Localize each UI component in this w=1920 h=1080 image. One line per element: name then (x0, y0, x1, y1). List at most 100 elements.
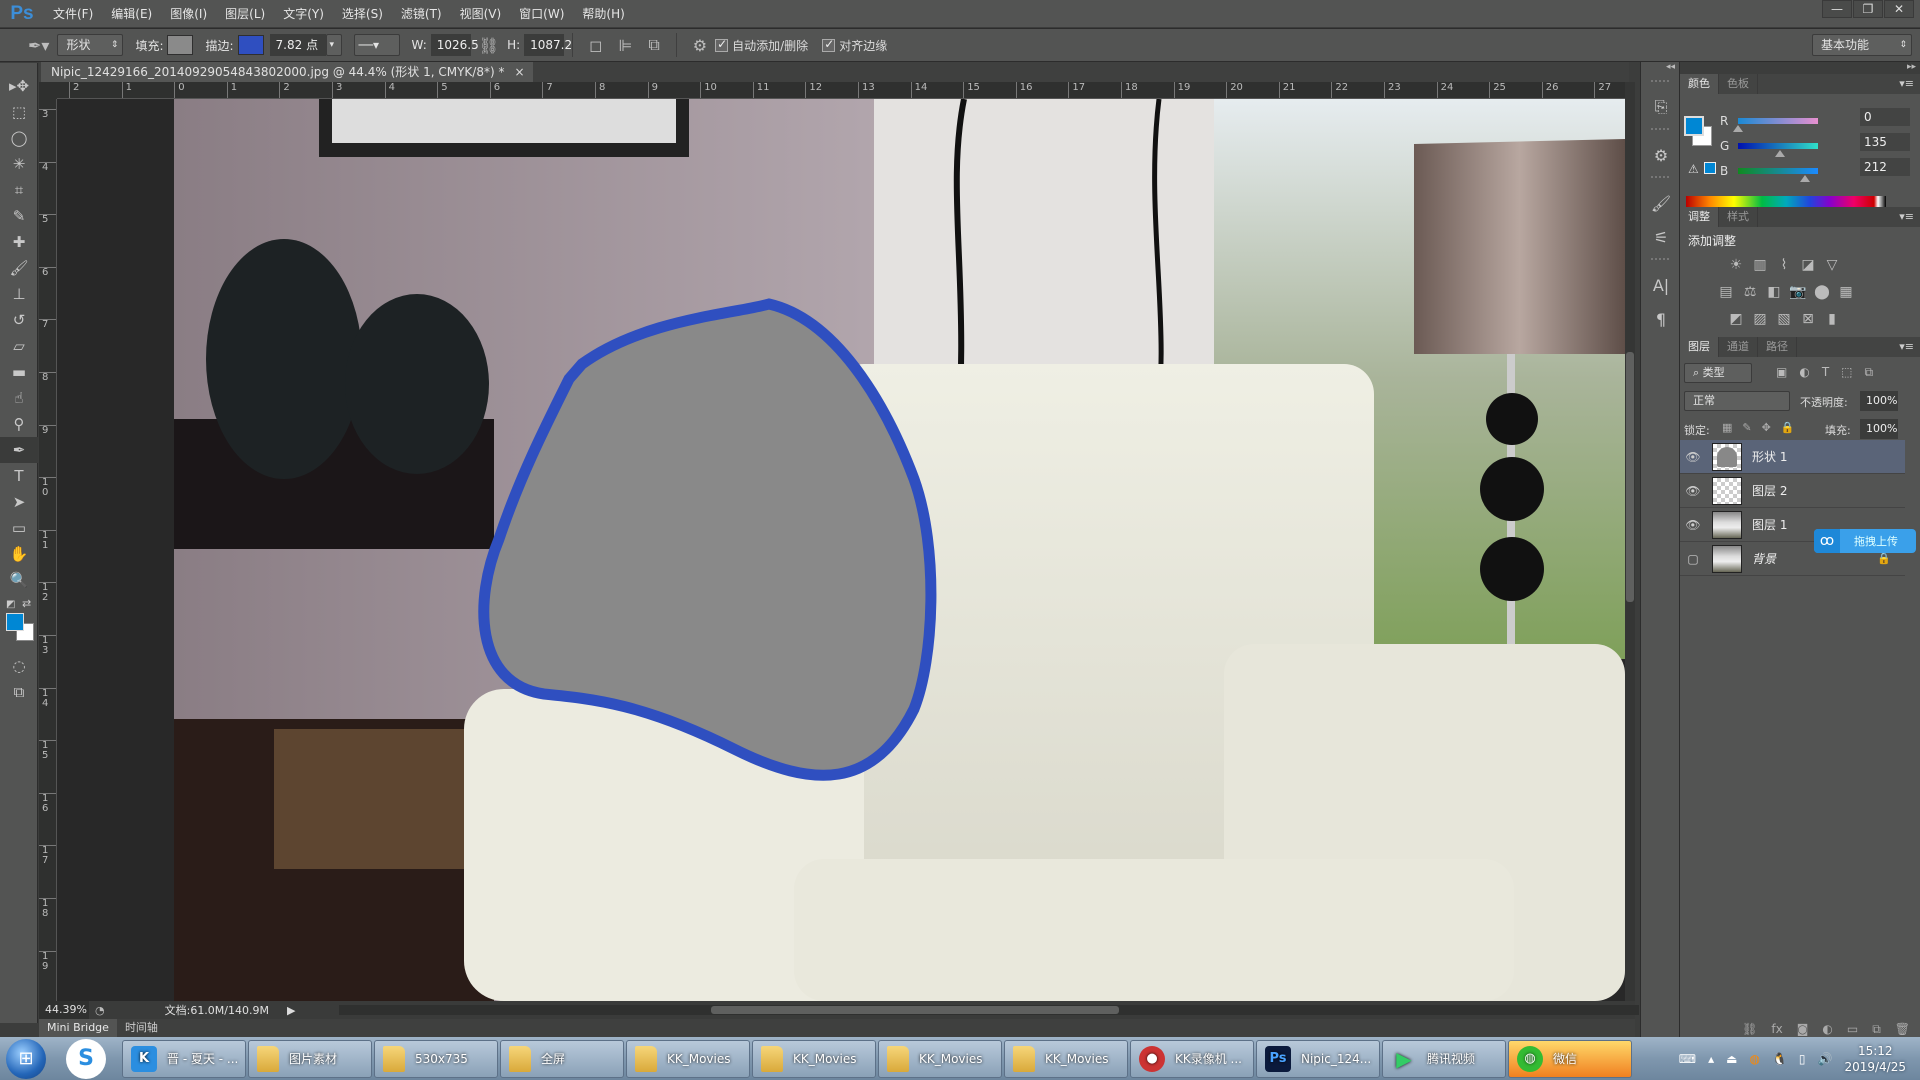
panel-grip[interactable] (1651, 176, 1669, 182)
taskbar-item[interactable]: 全屏 (500, 1039, 624, 1078)
adjustment-icon[interactable]: 📷 (1786, 284, 1810, 302)
tab-color[interactable]: 颜色 (1680, 74, 1719, 94)
green-slider-thumb[interactable] (1775, 150, 1786, 157)
stroke-type-select[interactable]: ──▾ (353, 34, 400, 56)
history-panel-icon[interactable]: ⎘ (1641, 90, 1681, 124)
panel-menu-icon[interactable]: ▾≡ (1899, 210, 1914, 223)
path-arrangement-icon[interactable]: ⧉ (648, 35, 659, 55)
adjustment-icon[interactable]: ⚖ (1738, 284, 1762, 302)
path-selection-tool-icon[interactable]: ➤ (0, 489, 38, 515)
vertical-scroll-thumb[interactable] (1626, 352, 1634, 602)
gear-icon[interactable]: ⚙ (693, 36, 707, 55)
brush-presets-icon[interactable]: 🖌 (1641, 186, 1681, 220)
dodge-tool-icon[interactable]: ⚲ (0, 411, 38, 437)
close-button[interactable]: ✕ (1884, 0, 1914, 18)
rectangle-tool-icon[interactable]: ▭ (0, 515, 38, 541)
stroke-swatch[interactable] (237, 35, 264, 55)
clone-stamp-tool-icon[interactable]: ⊥ (0, 281, 38, 307)
tab-paths[interactable]: 路径 (1758, 337, 1797, 357)
menu-file[interactable]: 文件(F) (44, 5, 102, 22)
stroke-width-field[interactable]: 7.82 点 (269, 34, 326, 56)
menu-filter[interactable]: 滤镜(T) (392, 5, 451, 22)
layer-row[interactable]: 👁 形状 1 (1680, 440, 1905, 474)
zoom-level[interactable]: 44.39% (39, 1001, 89, 1019)
path-alignment-icon[interactable]: ⊫ (618, 36, 632, 55)
filter-smart-object-icon[interactable]: ⧉ (1865, 365, 1874, 380)
red-slider[interactable] (1733, 118, 1818, 132)
horizontal-scrollbar[interactable] (339, 1005, 1639, 1015)
close-tab-icon[interactable]: × (514, 62, 524, 82)
eye-icon[interactable]: 👁 (1680, 450, 1706, 464)
lock-transparent-icon[interactable]: ▦ (1722, 421, 1732, 434)
panel-grip[interactable] (1651, 128, 1669, 134)
taskbar-item[interactable]: ▶ 腾讯视频 (1382, 1039, 1506, 1078)
filter-shape-icon[interactable]: ⬚ (1841, 365, 1852, 380)
taskbar-item[interactable]: ● KK录像机 ... (1130, 1039, 1254, 1078)
vertical-scrollbar[interactable] (1625, 82, 1635, 1001)
gamut-color-swatch[interactable] (1704, 162, 1716, 174)
adjustment-icon[interactable]: ▤ (1714, 284, 1738, 302)
taskbar-item[interactable]: 图片素材 (248, 1039, 372, 1078)
adjustment-icon[interactable]: ▮ (1820, 311, 1844, 329)
menu-edit[interactable]: 编辑(E) (102, 5, 161, 22)
adjustment-icon[interactable]: ◪ (1796, 257, 1820, 275)
align-edges-checkbox[interactable] (822, 37, 836, 52)
minimize-button[interactable]: — (1822, 0, 1852, 18)
default-colors-icon[interactable]: ◩ (6, 599, 15, 610)
adjustment-icon[interactable]: ⬤ (1810, 284, 1834, 302)
adjustment-icon[interactable]: ▦ (1834, 284, 1858, 302)
blend-mode-select[interactable]: 正常 (1684, 391, 1790, 411)
menu-select[interactable]: 选择(S) (333, 5, 392, 22)
red-slider-thumb[interactable] (1733, 125, 1743, 132)
panel-menu-icon[interactable]: ▾≡ (1899, 340, 1914, 353)
hand-tool-icon[interactable]: ✋ (0, 541, 38, 567)
fill-swatch[interactable] (167, 35, 194, 55)
document-tab[interactable]: Nipic_12429166_20140929054843802000.jpg … (41, 62, 533, 82)
stroke-width-dropdown[interactable]: ▾ (325, 34, 342, 56)
foreground-color-swatch[interactable] (6, 613, 24, 631)
adjustment-icon[interactable]: ⊠ (1796, 311, 1820, 329)
horizontal-ruler[interactable]: 2 1 0 1 2 3 4 5 6 7 8 9 10 11 12 13 14 15 16 17 18 19 20 21 22 23… (57, 82, 1625, 99)
type-tool-icon[interactable]: T (0, 463, 38, 489)
sogou-icon[interactable]: S (66, 1038, 106, 1079)
auto-add-delete-checkbox[interactable] (715, 37, 729, 52)
blue-value-field[interactable]: 212 (1860, 158, 1910, 176)
brush-panel-icon[interactable]: ⚟ (1641, 220, 1681, 254)
filter-adjustment-icon[interactable]: ◐ (1799, 365, 1809, 380)
eye-icon[interactable]: 👁 (1680, 484, 1706, 498)
history-brush-tool-icon[interactable]: ↺ (0, 307, 38, 333)
start-button[interactable]: ⊞ (6, 1038, 46, 1079)
tab-channels[interactable]: 通道 (1719, 337, 1758, 357)
tool-mode-select[interactable]: 形状 ⇕ (57, 34, 124, 56)
menu-image[interactable]: 图像(I) (161, 5, 216, 22)
blue-slider-thumb[interactable] (1799, 175, 1810, 182)
adjustment-icon[interactable]: ▨ (1748, 311, 1772, 329)
lock-position-icon[interactable]: ✥ (1762, 421, 1771, 434)
taskbar-item[interactable]: ◍ 微信 (1508, 1039, 1632, 1078)
canvas-area[interactable] (57, 99, 1625, 1001)
quick-mask-icon[interactable]: ◌ (0, 653, 38, 679)
adjustment-icon[interactable]: ▥ (1748, 257, 1772, 275)
adjustment-icon[interactable]: ▧ (1772, 311, 1796, 329)
smudge-tool-icon[interactable]: ☝ (0, 385, 38, 411)
tab-adjustments[interactable]: 调整 (1680, 207, 1719, 227)
menu-view[interactable]: 视图(V) (451, 5, 511, 22)
eraser-tool-icon[interactable]: ▱ (0, 333, 38, 359)
marquee-tool-icon[interactable]: ⬚ (0, 99, 38, 125)
workspace-select[interactable]: 基本功能 ⇕ (1812, 34, 1912, 56)
properties-panel-icon[interactable]: ⚙ (1641, 138, 1681, 172)
panel-menu-icon[interactable]: ▾≡ (1899, 77, 1914, 90)
magic-wand-tool-icon[interactable]: ✳ (0, 151, 38, 177)
green-value-field[interactable]: 135 (1860, 133, 1910, 151)
adjustment-icon[interactable]: ⌇ (1772, 257, 1796, 275)
keyboard-icon[interactable]: ⌨ (1679, 1052, 1696, 1066)
fill-opacity-field[interactable]: 100% (1860, 419, 1898, 439)
zoom-tool-icon[interactable]: 🔍 (0, 567, 38, 593)
document-canvas[interactable] (174, 99, 1625, 1001)
green-slider[interactable] (1738, 143, 1818, 157)
adjustment-icon[interactable]: ▽ (1820, 257, 1844, 275)
menu-help[interactable]: 帮助(H) (573, 5, 633, 22)
panel-grip[interactable] (1651, 258, 1669, 264)
out-of-gamut-warning-icon[interactable]: ⚠ (1688, 162, 1699, 176)
filter-type-icon[interactable]: T (1822, 365, 1829, 380)
